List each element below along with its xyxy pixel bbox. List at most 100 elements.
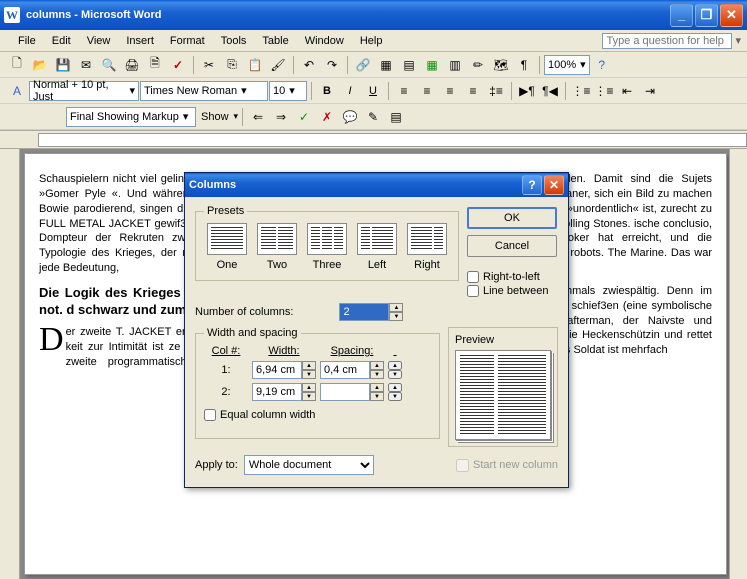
ltr-button[interactable]: ▶¶ — [516, 80, 538, 102]
track-changes-icon[interactable]: ✎ — [362, 106, 384, 128]
colnum-header: Col #: — [204, 345, 248, 357]
show-label[interactable]: Show — [197, 111, 233, 123]
menu-insert[interactable]: Insert — [118, 32, 162, 50]
menu-view[interactable]: View — [79, 32, 119, 50]
menu-table[interactable]: Table — [254, 32, 296, 50]
word-icon: W — [4, 7, 20, 23]
menu-window[interactable]: Window — [297, 32, 352, 50]
menubar: File Edit View Insert Format Tools Table… — [0, 30, 747, 52]
indent-button[interactable]: ⇥ — [639, 80, 661, 102]
spin-down-icon[interactable]: ▼ — [389, 312, 403, 321]
toolbars: 🗋 📂 💾 ✉ 🔍 🖨 🗎 ✓ ✂ ⎘ 📋 🖌 ↶ ↷ 🔗 ▦ ▤ ▦ ▥ ✏ … — [0, 52, 747, 131]
applyto-select[interactable]: Whole document — [244, 455, 374, 475]
numcols-label: Number of columns: — [195, 306, 293, 318]
open-icon[interactable]: 📂 — [29, 54, 51, 76]
style-combo[interactable]: Normal + 10 pt, Just▾ — [29, 81, 139, 101]
justify-button[interactable]: ≡ — [462, 80, 484, 102]
columns-icon[interactable]: ▥ — [444, 54, 466, 76]
spacing1-spinner[interactable]: ▲▼ — [320, 361, 384, 379]
new-doc-icon[interactable]: 🗋 — [6, 54, 28, 76]
dialog-help-button[interactable]: ? — [522, 175, 542, 195]
vertical-ruler[interactable] — [0, 149, 20, 579]
table-icon[interactable]: ▤ — [398, 54, 420, 76]
drawing-icon[interactable]: ✏ — [467, 54, 489, 76]
preview-legend: Preview — [455, 334, 551, 346]
preset-one[interactable]: One — [204, 223, 250, 271]
font-combo[interactable]: Times New Roman▾ — [140, 81, 268, 101]
ok-button[interactable]: OK — [467, 207, 557, 229]
spacing2-spinner[interactable]: ▲▼ — [320, 383, 384, 401]
cancel-button[interactable]: Cancel — [467, 235, 557, 257]
rtl-button[interactable]: ¶◀ — [539, 80, 561, 102]
docmap-icon[interactable]: 🗺 — [490, 54, 512, 76]
reviewing-pane-icon[interactable]: ▤ — [385, 106, 407, 128]
menu-tools[interactable]: Tools — [213, 32, 255, 50]
line-between-check[interactable]: Line between — [467, 285, 558, 297]
help-search-input[interactable] — [602, 33, 732, 49]
width1-spinner[interactable]: ▲▼ — [252, 361, 316, 379]
menu-format[interactable]: Format — [162, 32, 213, 50]
paste-icon[interactable]: 📋 — [244, 54, 266, 76]
standard-toolbar: 🗋 📂 💾 ✉ 🔍 🖨 🗎 ✓ ✂ ⎘ 📋 🖌 ↶ ↷ 🔗 ▦ ▤ ▦ ▥ ✏ … — [0, 52, 747, 78]
preview-group: Preview — [448, 327, 558, 447]
menu-help[interactable]: Help — [352, 32, 391, 50]
copy-icon[interactable]: ⎘ — [221, 54, 243, 76]
show-marks-icon[interactable]: ¶ — [513, 54, 535, 76]
bold-button[interactable]: B — [316, 80, 338, 102]
align-center-button[interactable]: ≡ — [416, 80, 438, 102]
width2-spinner[interactable]: ▲▼ — [252, 383, 316, 401]
preset-three[interactable]: Three — [304, 223, 350, 271]
dialog-titlebar[interactable]: Columns ? ✕ — [185, 173, 568, 197]
format-painter-icon[interactable]: 🖌 — [267, 54, 289, 76]
prev-change-icon[interactable]: ⇐ — [247, 106, 269, 128]
print-icon[interactable]: 🖨 — [121, 54, 143, 76]
width-spacing-group: Width and spacing Col #: 1: 2: Width: ▲▼… — [195, 327, 440, 439]
numbering-button[interactable]: ⋮≡ — [570, 80, 592, 102]
font-size-combo[interactable]: 10▾ — [269, 81, 307, 101]
next-change-icon[interactable]: ⇒ — [270, 106, 292, 128]
mail-icon[interactable]: ✉ — [75, 54, 97, 76]
accept-change-icon[interactable]: ✓ — [293, 106, 315, 128]
preset-right[interactable]: Right — [404, 223, 450, 271]
help-icon[interactable]: ? — [591, 54, 613, 76]
minimize-button[interactable]: _ — [670, 4, 693, 27]
zoom-combo[interactable]: 100%▾ — [544, 55, 590, 75]
hyperlink-icon[interactable]: 🔗 — [352, 54, 374, 76]
align-right-button[interactable]: ≡ — [439, 80, 461, 102]
border-icon[interactable]: ▦ — [375, 54, 397, 76]
vertical-scrollbar[interactable] — [729, 149, 747, 579]
outdent-button[interactable]: ⇤ — [616, 80, 638, 102]
menu-file[interactable]: File — [10, 32, 44, 50]
markup-view-combo[interactable]: Final Showing Markup▾ — [66, 107, 196, 127]
menu-edit[interactable]: Edit — [44, 32, 79, 50]
maximize-button[interactable]: ❐ — [695, 4, 718, 27]
comment-icon[interactable]: 💬 — [339, 106, 361, 128]
reject-change-icon[interactable]: ✗ — [316, 106, 338, 128]
line-spacing-button[interactable]: ‡≡ — [485, 80, 507, 102]
search-icon[interactable]: 🔍 — [98, 54, 120, 76]
underline-button[interactable]: U — [362, 80, 384, 102]
cut-icon[interactable]: ✂ — [198, 54, 220, 76]
right-to-left-check[interactable]: Right-to-left — [467, 271, 558, 283]
help-dropdown-icon[interactable]: ▾ — [735, 34, 741, 47]
spin-up-icon[interactable]: ▲ — [389, 303, 403, 312]
print-preview-icon[interactable]: 🗎 — [144, 54, 166, 76]
preset-left[interactable]: Left — [354, 223, 400, 271]
save-icon[interactable]: 💾 — [52, 54, 74, 76]
undo-icon[interactable]: ↶ — [298, 54, 320, 76]
italic-button[interactable]: I — [339, 80, 361, 102]
numcols-spinner[interactable]: ▲▼ — [339, 303, 403, 321]
close-button[interactable]: ✕ — [720, 4, 743, 27]
preset-two[interactable]: Two — [254, 223, 300, 271]
dialog-close-button[interactable]: ✕ — [544, 175, 564, 195]
excel-icon[interactable]: ▦ — [421, 54, 443, 76]
align-left-button[interactable]: ≡ — [393, 80, 415, 102]
styles-pane-icon[interactable]: A — [6, 80, 28, 102]
redo-icon[interactable]: ↷ — [321, 54, 343, 76]
spellcheck-icon[interactable]: ✓ — [167, 54, 189, 76]
horizontal-ruler[interactable] — [0, 131, 747, 149]
dialog-title: Columns — [189, 179, 236, 191]
equal-width-check[interactable]: Equal column width — [204, 409, 431, 421]
col2-label: 2: — [204, 383, 248, 401]
bullets-button[interactable]: ⋮≡ — [593, 80, 615, 102]
